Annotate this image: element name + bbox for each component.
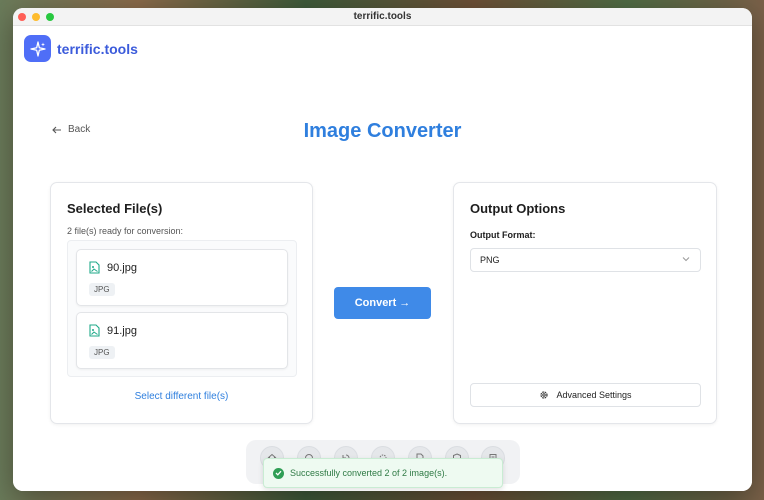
- image-file-icon: [89, 324, 100, 342]
- page-title: Image Converter: [303, 120, 462, 142]
- selected-files-heading: Selected File(s): [67, 201, 163, 216]
- advanced-settings-button[interactable]: Advanced Settings: [470, 383, 701, 407]
- output-options-heading: Output Options: [470, 201, 566, 216]
- output-options-card: Output Options Output Format: PNG Advanc…: [453, 182, 717, 424]
- minimize-window-button[interactable]: [32, 13, 40, 21]
- file-item[interactable]: 91.jpg JPG: [76, 312, 288, 369]
- file-list: 90.jpg JPG 91.jpg JPG: [67, 240, 297, 377]
- brand-name: terrific.tools: [57, 40, 138, 57]
- image-file-icon: [89, 261, 100, 279]
- success-toast: Successfully converted 2 of 2 image(s).: [263, 458, 503, 488]
- window-controls: [18, 13, 54, 21]
- output-format-select[interactable]: PNG: [470, 248, 701, 272]
- chevron-down-icon: [682, 257, 690, 262]
- files-status-text: 2 file(s) ready for conversion:: [67, 226, 184, 236]
- file-item[interactable]: 90.jpg JPG: [76, 249, 288, 306]
- close-window-button[interactable]: [18, 13, 26, 21]
- maximize-window-button[interactable]: [46, 13, 54, 21]
- app-window: terrific.tools terrific.tools Back Image…: [13, 8, 752, 491]
- title-bar: terrific.tools: [13, 8, 752, 26]
- selected-files-card: Selected File(s) 2 file(s) ready for con…: [50, 182, 313, 424]
- file-name: 91.jpg: [107, 325, 137, 337]
- window-title: terrific.tools: [353, 11, 412, 22]
- sparkles-icon: [24, 35, 51, 62]
- output-format-label: Output Format:: [470, 230, 536, 240]
- gear-icon: [540, 391, 549, 399]
- select-different-files-link[interactable]: Select different file(s): [51, 391, 312, 402]
- app-content: terrific.tools Back Image Converter Sele…: [13, 26, 752, 491]
- output-format-value: PNG: [480, 255, 500, 265]
- brand[interactable]: terrific.tools: [24, 35, 138, 62]
- advanced-settings-label: Advanced Settings: [556, 390, 632, 400]
- check-circle-icon: [273, 467, 284, 479]
- file-type-badge: JPG: [89, 283, 115, 296]
- file-type-badge: JPG: [89, 346, 115, 359]
- file-name: 90.jpg: [107, 262, 137, 274]
- convert-button[interactable]: Convert →: [334, 287, 431, 319]
- toast-message: Successfully converted 2 of 2 image(s).: [290, 468, 448, 478]
